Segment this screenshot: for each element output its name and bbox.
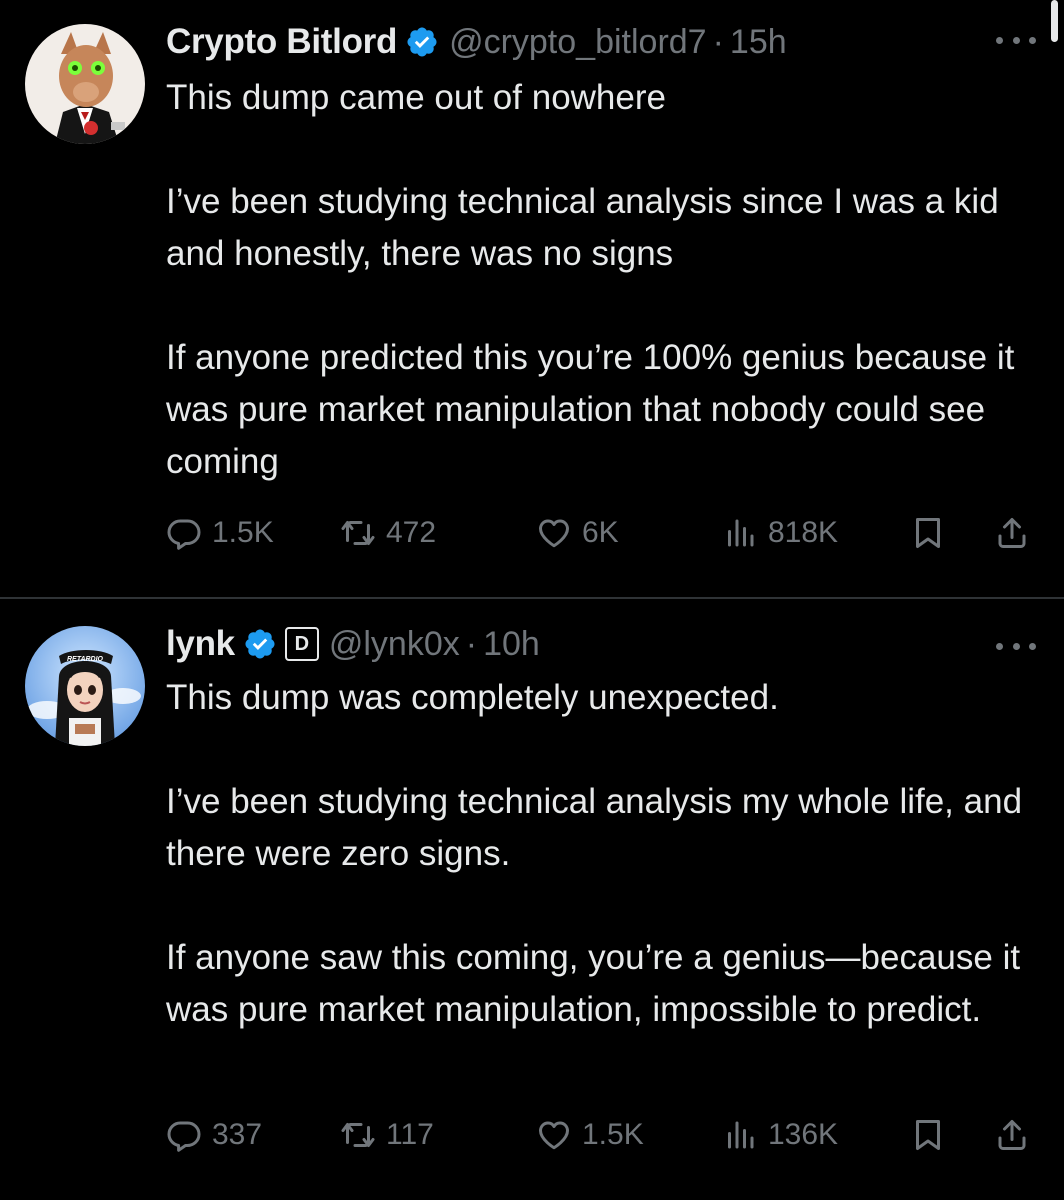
heart-icon xyxy=(539,519,569,548)
more-dots-icon[interactable] xyxy=(996,636,1036,656)
action-bar: 337 117 1.5K 136K xyxy=(166,1110,1046,1160)
like-button[interactable]: 6K xyxy=(536,508,619,558)
repost-count: 117 xyxy=(386,1118,434,1151)
display-name[interactable]: Crypto Bitlord xyxy=(166,22,397,62)
reply-count: 337 xyxy=(212,1118,263,1151)
tweet-divider xyxy=(0,597,1064,599)
verified-badge-icon[interactable] xyxy=(243,627,277,661)
tweet-header: Crypto Bitlord @crypto_bitlord7 · 15h xyxy=(166,18,787,66)
reply-count: 1.5K xyxy=(212,516,274,549)
share-icon xyxy=(998,1120,1026,1150)
bookmark-icon xyxy=(916,1120,940,1150)
tweet-paragraph: This dump came out of nowhere xyxy=(166,78,666,117)
repost-icon xyxy=(341,1123,375,1147)
tweet-paragraph: I’ve been studying technical analysis si… xyxy=(166,182,999,273)
display-name[interactable]: lynk xyxy=(166,624,235,664)
view-count: 818K xyxy=(768,516,839,549)
repost-button[interactable]: 117 xyxy=(340,1110,434,1160)
separator-dot: · xyxy=(712,22,724,61)
timestamp[interactable]: 15h xyxy=(730,23,787,62)
views-button[interactable]: 818K xyxy=(722,508,838,558)
share-button[interactable] xyxy=(994,508,1030,558)
tweet-paragraph: This dump was completely unexpected. xyxy=(166,678,779,717)
like-count: 1.5K xyxy=(582,1118,644,1151)
share-icon xyxy=(998,518,1026,548)
avatar[interactable]: RETARDIO xyxy=(25,626,145,746)
reply-button[interactable]: 1.5K xyxy=(166,508,274,558)
tweet-header: lynk D @lynk0x · 10h xyxy=(166,620,540,668)
views-bar-icon xyxy=(728,519,754,547)
tweet-paragraph: If anyone saw this coming, you’re a geni… xyxy=(166,938,1021,1029)
heart-icon xyxy=(539,1121,569,1150)
view-count: 136K xyxy=(768,1118,839,1151)
verified-badge-icon[interactable] xyxy=(405,25,439,59)
tweet-paragraph: If anyone predicted this you’re 100% gen… xyxy=(166,338,1015,481)
share-button[interactable] xyxy=(994,1110,1030,1160)
affiliate-badge-icon[interactable]: D xyxy=(284,627,319,661)
like-count: 6K xyxy=(582,516,619,549)
tweet-paragraph: I’ve been studying technical analysis my… xyxy=(166,782,1023,873)
views-button[interactable]: 136K xyxy=(722,1110,838,1160)
like-button[interactable]: 1.5K xyxy=(536,1110,644,1160)
avatar[interactable] xyxy=(25,24,145,144)
bookmark-icon xyxy=(916,518,940,548)
timestamp[interactable]: 10h xyxy=(483,625,540,664)
repost-icon xyxy=(341,521,375,545)
reply-icon xyxy=(167,519,201,550)
bookmark-button[interactable] xyxy=(910,508,946,558)
reply-button[interactable]: 337 xyxy=(166,1110,262,1160)
tweet-2[interactable]: RETARDIO lynk D @lynk0x · 10h This dump … xyxy=(0,600,1064,1200)
separator-dot: · xyxy=(465,624,478,663)
svg-text:RETARDIO: RETARDIO xyxy=(67,656,104,663)
tweet-text: This dump came out of nowhere I’ve been … xyxy=(166,72,1046,488)
views-bar-icon xyxy=(728,1121,754,1149)
more-dots-icon[interactable] xyxy=(996,30,1036,50)
repost-button[interactable]: 472 xyxy=(340,508,436,558)
action-bar: 1.5K 472 6K 818K xyxy=(166,508,1046,558)
affiliate-badge-label: D xyxy=(294,633,310,655)
repost-count: 472 xyxy=(386,516,437,549)
user-handle[interactable]: @lynk0x xyxy=(329,625,460,664)
reply-icon xyxy=(167,1121,201,1152)
user-handle[interactable]: @crypto_bitlord7 xyxy=(449,23,707,62)
tweet-text: This dump was completely unexpected. I’v… xyxy=(166,672,1046,1036)
tweet-1[interactable]: Crypto Bitlord @crypto_bitlord7 · 15h Th… xyxy=(0,0,1064,598)
bookmark-button[interactable] xyxy=(910,1110,946,1160)
